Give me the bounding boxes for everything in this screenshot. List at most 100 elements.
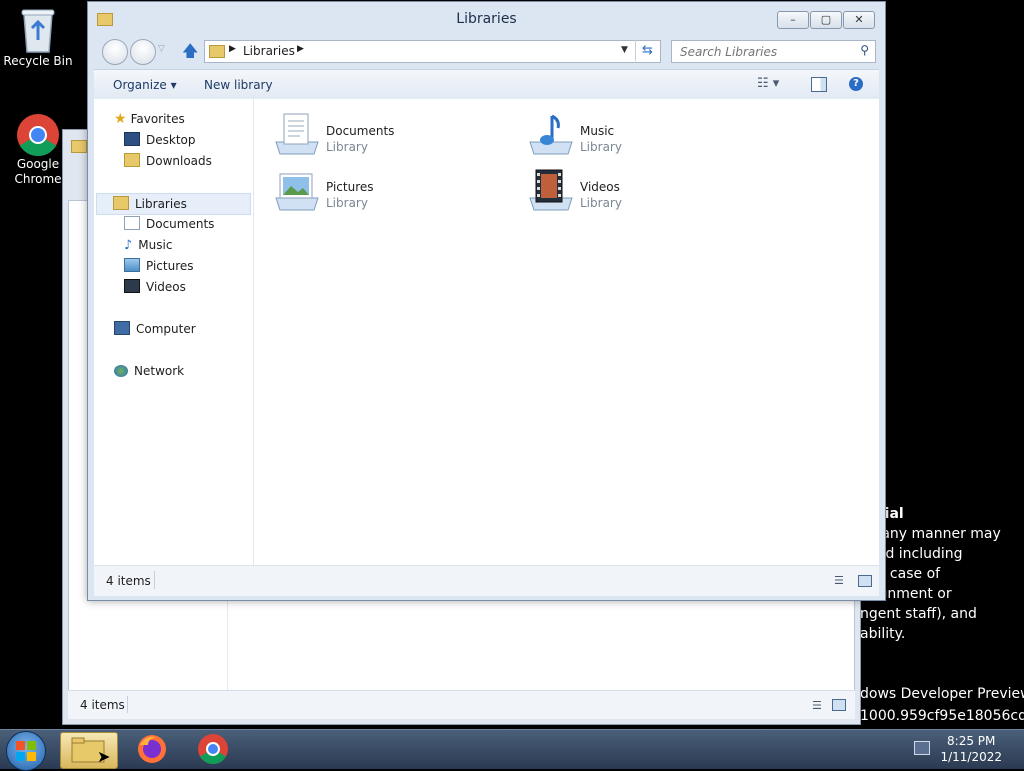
library-kind: Library (326, 196, 368, 210)
change-view-icon[interactable]: ☷ ▾ (757, 76, 779, 91)
network-icon (114, 365, 128, 377)
details-view-icon[interactable]: ☰ (812, 699, 822, 712)
clock-date: 1/11/2022 (940, 750, 1002, 764)
breadcrumb-arrow-icon[interactable]: ▶ (297, 44, 304, 54)
window-title: Libraries (456, 11, 517, 27)
nav-documents[interactable]: Documents (124, 214, 214, 234)
windows-logo-icon (16, 741, 36, 761)
item-count: 4 items (106, 574, 151, 588)
up-arrow-icon[interactable]: 🡅 (182, 40, 198, 67)
mouse-cursor-icon: ➤ (97, 747, 111, 766)
breadcrumb-arrow-icon[interactable]: ▶ (229, 44, 236, 54)
library-kind: Library (326, 140, 368, 154)
nav-desktop[interactable]: Desktop (124, 130, 196, 150)
desktop-icon-recycle-bin[interactable]: Recycle Bin (0, 6, 76, 69)
folder-icon (209, 45, 225, 58)
address-dropdown-icon[interactable]: ▼ (621, 45, 628, 55)
watermark-line: 1000.959cf95e18056cd0 (860, 708, 1024, 724)
videos-icon (124, 279, 140, 293)
watermark-line: ability. (860, 626, 906, 642)
watermark-line: n any manner may (868, 526, 1001, 542)
taskbar-explorer-button[interactable]: ➤ (60, 732, 118, 769)
library-name: Pictures (326, 180, 374, 194)
content-pane: Documents Library Music Library Pictures… (254, 99, 879, 566)
clock[interactable]: 8:25 PM 1/11/2022 (940, 733, 1002, 765)
nav-computer[interactable]: Computer (114, 319, 196, 339)
watermark-line: ngent staff), and (860, 606, 977, 622)
network-tray-icon[interactable] (914, 741, 930, 755)
watermark-line: dows Developer Preview (860, 686, 1024, 702)
back-button[interactable] (102, 39, 128, 65)
forward-button[interactable] (130, 39, 156, 65)
minimize-button[interactable]: – (777, 11, 809, 29)
new-library-button[interactable]: New library (204, 78, 273, 92)
documents-icon (275, 113, 319, 155)
chrome-icon (17, 114, 59, 157)
item-count: 4 items (80, 698, 125, 712)
nav-label: Videos (146, 280, 186, 294)
firefox-icon (138, 735, 166, 763)
nav-label: Documents (146, 217, 215, 231)
organize-button[interactable]: Organize ▾ (113, 78, 177, 92)
libraries-icon (113, 196, 129, 210)
title-bar[interactable]: Libraries – ▢ ✕ (88, 2, 885, 36)
window-body: ★ Favorites Desktop Downloads Libraries D… (94, 99, 879, 596)
back-status-bar: 4 items ☰ (68, 690, 855, 719)
library-name: Documents (326, 124, 395, 138)
maximize-icon: ▢ (820, 13, 832, 26)
taskbar-chrome-button[interactable] (186, 732, 242, 767)
large-icons-view-icon[interactable] (832, 699, 846, 711)
details-view-icon[interactable]: ☰ (834, 574, 844, 587)
large-icons-view-icon[interactable] (858, 575, 872, 587)
chrome-icon (198, 734, 228, 765)
library-item-videos[interactable]: Videos Library (526, 168, 746, 218)
recent-pages-dropdown-icon[interactable]: ▽ (158, 44, 165, 54)
library-name: Videos (580, 180, 620, 194)
nav-label: Music (138, 238, 173, 252)
close-button[interactable]: ✕ (843, 11, 875, 29)
start-button[interactable] (6, 731, 46, 771)
library-item-music[interactable]: Music Library (526, 112, 746, 162)
address-bar[interactable]: ▶ Libraries ▶ ▼ ⇆ (204, 40, 661, 63)
maximize-button[interactable]: ▢ (810, 11, 842, 29)
search-box[interactable]: ⚲ (671, 40, 876, 63)
explorer-window[interactable]: Libraries – ▢ ✕ ▽ 🡅 ▶ Libraries ▶ ▼ ⇆ ⚲ … (87, 1, 886, 601)
help-icon[interactable]: ? (849, 77, 863, 91)
search-input[interactable] (678, 41, 852, 62)
command-bar: Organize ▾ New library ☷ ▾ ? (94, 69, 879, 101)
refresh-icon[interactable]: ⇆ (635, 40, 659, 61)
star-icon: ★ (114, 111, 127, 127)
library-item-pictures[interactable]: Pictures Library (272, 168, 492, 218)
preview-pane-icon[interactable] (811, 77, 827, 92)
nav-label: Computer (136, 322, 196, 336)
library-name: Music (580, 124, 615, 138)
close-icon: ✕ (854, 13, 864, 26)
address-row: ▽ 🡅 ▶ Libraries ▶ ▼ ⇆ ⚲ (98, 39, 877, 65)
desktop-icon-label: Recycle Bin (3, 54, 73, 68)
nav-label: Downloads (146, 154, 212, 168)
minimize-icon: – (790, 13, 796, 26)
documents-icon (124, 216, 140, 230)
nav-downloads[interactable]: Downloads (124, 151, 212, 171)
taskbar-firefox-button[interactable] (124, 732, 180, 767)
downloads-folder-icon (124, 153, 140, 167)
music-icon (529, 114, 573, 155)
music-icon: ♪ (124, 238, 133, 253)
breadcrumb-libraries[interactable]: Libraries (243, 44, 295, 58)
taskbar: ➤ 8:25 PM 1/11/2022 (0, 729, 1024, 771)
nav-libraries[interactable]: Libraries (96, 193, 251, 215)
navigation-pane: ★ Favorites Desktop Downloads Libraries D… (94, 99, 254, 566)
desktop-icon-label: Google Chrome (14, 157, 62, 186)
status-bar: 4 items ☰ (94, 565, 879, 596)
nav-label: Desktop (146, 133, 196, 147)
nav-favorites[interactable]: ★ Favorites (114, 109, 185, 129)
nav-videos[interactable]: Videos (124, 277, 186, 297)
folder-icon (71, 140, 87, 153)
nav-pictures[interactable]: Pictures (124, 256, 194, 276)
videos-icon (529, 169, 573, 211)
library-item-documents[interactable]: Documents Library (272, 112, 492, 162)
nav-network[interactable]: Network (114, 361, 184, 381)
pictures-icon (124, 258, 140, 272)
nav-music[interactable]: ♪ Music (124, 235, 172, 255)
search-icon[interactable]: ⚲ (860, 43, 869, 57)
